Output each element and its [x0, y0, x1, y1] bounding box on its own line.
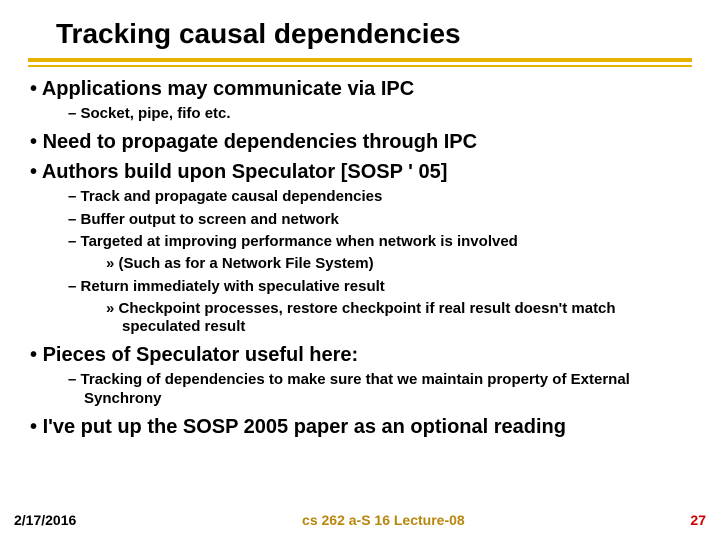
bullet-lvl3: (Such as for a Network File System)	[30, 255, 692, 274]
bullet-lvl1: Authors build upon Speculator [SOSP ' 05…	[30, 160, 692, 184]
slide-content: Applications may communicate via IPC Soc…	[28, 77, 692, 439]
title-rule-thin	[28, 65, 692, 67]
bullet-lvl1: Applications may communicate via IPC	[30, 77, 692, 101]
bullet-lvl1: Pieces of Speculator useful here:	[30, 343, 692, 367]
slide-title: Tracking causal dependencies	[28, 18, 692, 56]
bullet-lvl2: Tracking of dependencies to make sure th…	[30, 371, 692, 409]
footer-date: 2/17/2016	[14, 512, 76, 528]
title-rule-thick	[28, 58, 692, 62]
bullet-lvl3: Checkpoint processes, restore checkpoint…	[30, 300, 692, 338]
footer-course: cs 262 a-S 16 Lecture-08	[302, 512, 465, 528]
footer-page-number: 27	[690, 512, 706, 528]
slide: Tracking causal dependencies Application…	[0, 0, 720, 540]
bullet-lvl2: Targeted at improving performance when n…	[30, 233, 692, 252]
bullet-lvl1: I've put up the SOSP 2005 paper as an op…	[30, 415, 692, 439]
bullet-lvl2: Return immediately with speculative resu…	[30, 278, 692, 297]
bullet-lvl2: Track and propagate causal dependencies	[30, 188, 692, 207]
bullet-lvl2: Buffer output to screen and network	[30, 211, 692, 230]
bullet-lvl2: Socket, pipe, fifo etc.	[30, 105, 692, 124]
slide-footer: 2/17/2016 cs 262 a-S 16 Lecture-08 27	[0, 512, 720, 528]
bullet-lvl1: Need to propagate dependencies through I…	[30, 130, 692, 154]
